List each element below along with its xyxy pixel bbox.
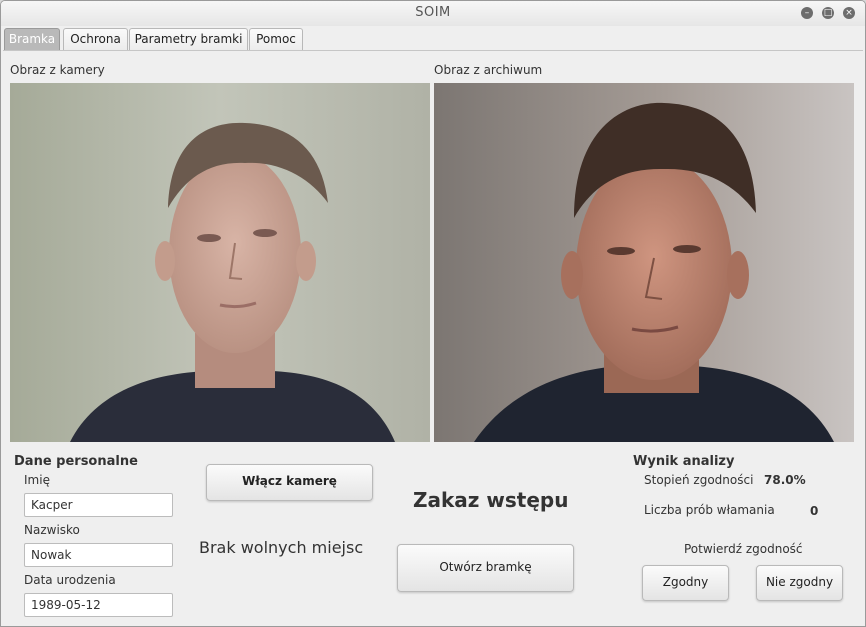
window-title: SOIM [415, 5, 451, 20]
first-name-label: Imię [24, 473, 50, 487]
birthdate-label: Data urodzenia [24, 573, 116, 587]
capacity-message: Brak wolnych miejsc [199, 538, 364, 557]
maximize-icon[interactable]: □ [822, 7, 834, 19]
break-in-attempts-value: 0 [810, 504, 819, 518]
open-gate-button[interactable]: Otwórz bramkę [397, 544, 574, 592]
last-name-field[interactable]: Nowak [24, 543, 173, 567]
match-button[interactable]: Zgodny [642, 565, 729, 601]
last-name-label: Nazwisko [24, 523, 80, 537]
archive-image [434, 83, 854, 442]
main-window: SOIM – □ × Bramka Ochrona Parametry bram… [0, 0, 866, 627]
title-bar: SOIM – □ × [1, 1, 865, 26]
tab-ochrona[interactable]: Ochrona [63, 28, 128, 50]
tab-pomoc[interactable]: Pomoc [249, 28, 303, 50]
tab-bramka[interactable]: Bramka [4, 28, 60, 50]
minimize-icon[interactable]: – [801, 7, 813, 19]
break-in-attempts-label: Liczba prób włamania [644, 503, 775, 517]
tab-parametry-bramki[interactable]: Parametry bramki [129, 28, 248, 50]
camera-image [10, 83, 430, 442]
camera-label: Obraz z kamery [10, 63, 105, 77]
match-degree-value: 78.0% [764, 473, 806, 487]
close-icon[interactable]: × [843, 7, 855, 19]
archive-label: Obraz z archiwum [434, 63, 543, 77]
enable-camera-button[interactable]: Włącz kamerę [206, 464, 373, 501]
confirm-match-label: Potwierdź zgodność [684, 542, 803, 556]
analysis-heading: Wynik analizy [633, 454, 735, 469]
birthdate-field[interactable]: 1989-05-12 [24, 593, 173, 617]
access-status-message: Zakaz wstępu [413, 488, 569, 512]
first-name-field[interactable]: Kacper [24, 493, 173, 517]
personal-data-heading: Dane personalne [14, 454, 138, 469]
no-match-button[interactable]: Nie zgodny [756, 565, 843, 601]
match-degree-label: Stopień zgodności [644, 473, 754, 487]
